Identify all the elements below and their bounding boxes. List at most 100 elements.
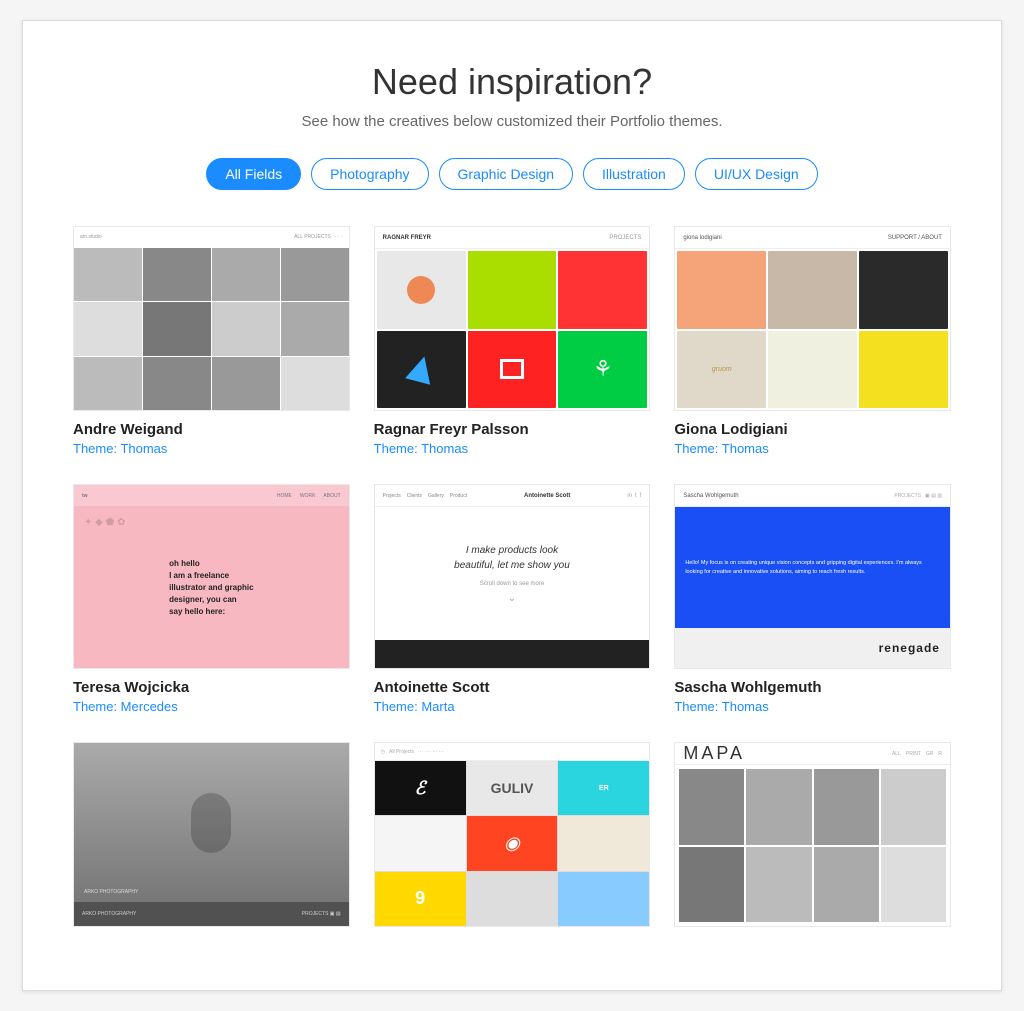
card-thumb-andre[interactable]: am.studio ALL PROJECTS · · · [73,226,350,411]
card-thumb-antoinette[interactable]: Projects Clients Gallery Product Antoine… [374,484,651,669]
card-teresa: tw HOME WORK ABOUT oh helloI am a freela… [73,484,350,714]
card-theme-andre: Theme: Thomas [73,441,350,456]
andre-img-8 [281,302,349,355]
ragnar-cell-3 [558,251,647,329]
sascha-renegade-text: renegade [879,641,940,655]
antoinette-footer [375,640,650,668]
page-title: Need inspiration? [73,61,951,103]
filter-ui-ux-design[interactable]: UI/UX Design [695,158,818,190]
card-thumb-row3c[interactable]: MAPA ALL PRINT GR R [674,742,951,927]
card-thumb-teresa[interactable]: tw HOME WORK ABOUT oh helloI am a freela… [73,484,350,669]
card-theme-antoinette: Theme: Marta [374,699,651,714]
ragnar-cell-5 [468,331,557,409]
card-thumb-sascha[interactable]: Sascha Wohlgemuth PROJECTS ▣ ▤ ▥ Hello! … [674,484,951,669]
sascha-topbar: Sascha Wohlgemuth PROJECTS ▣ ▤ ▥ [675,485,950,507]
teresa-logo: tw [82,493,88,499]
antoinette-nav: Projects Clients Gallery Product [383,493,467,499]
mapa-logo: MAPA [683,743,745,764]
mapa-cell-4 [881,769,946,845]
row3b-cell-2: GULIV [467,761,558,815]
andre-img-2 [143,248,211,301]
row3b-cell-9 [558,872,649,926]
mapa-topbar: MAPA ALL PRINT GR R [675,743,950,765]
filter-all-fields[interactable]: All Fields [206,158,301,190]
antoinette-body: I make products lookbeautiful, let me sh… [375,507,650,640]
row3a-bottom: ARKO PHOTOGRAPHY PROJECTS ▣ ▤ [74,902,349,926]
card-thumb-ragnar[interactable]: RAGNAR FREYR PROJECTS [374,226,651,411]
mapa-cell-5 [679,847,744,923]
antoinette-arrow-icon: ⌄ [508,593,516,604]
giona-cell-6 [859,331,948,409]
teresa-nav1: HOME [277,493,292,499]
mapa-grid [675,765,950,926]
andre-img-12 [281,357,349,410]
sascha-label: PROJECTS [894,493,921,499]
card-name-giona: Giona Lodigiani [674,421,951,438]
teresa-topbar: tw HOME WORK ABOUT [74,485,349,507]
card-row3c: MAPA ALL PRINT GR R [674,742,951,940]
filter-graphic-design[interactable]: Graphic Design [439,158,574,190]
card-row3a: ARKO PHOTOGRAPHY ARKO PHOTOGRAPHY PROJEC… [73,742,350,940]
giona-name: giona lodigiani [683,235,721,241]
filter-photography[interactable]: Photography [311,158,428,190]
teresa-body: oh helloI am a freelanceillustrator and … [74,507,349,668]
andre-img-1 [74,248,142,301]
giona-cell-1 [677,251,766,329]
page-wrapper: Need inspiration? See how the creatives … [22,20,1002,991]
row3a-person-image [74,743,349,902]
mapa-cell-7 [814,847,879,923]
sascha-name: Sascha Wohlgemuth [683,493,738,499]
card-sascha: Sascha Wohlgemuth PROJECTS ▣ ▤ ▥ Hello! … [674,484,951,714]
page-subtitle: See how the creatives below customized t… [73,113,951,130]
antoinette-topbar: Projects Clients Gallery Product Antoine… [375,485,650,507]
mapa-cell-2 [746,769,811,845]
giona-cell-3 [859,251,948,329]
page-header: Need inspiration? See how the creatives … [73,61,951,130]
ragnar-topbar: RAGNAR FREYR PROJECTS [375,227,650,249]
andre-img-3 [212,248,280,301]
andre-img-10 [143,357,211,410]
card-name-teresa: Teresa Wojcicka [73,679,350,696]
card-name-sascha: Sascha Wohlgemuth [674,679,951,696]
ragnar-cell-6 [558,331,647,409]
ragnar-label: PROJECTS [609,235,641,241]
teresa-nav3: ABOUT [323,493,340,499]
filter-illustration[interactable]: Illustration [583,158,685,190]
teresa-body-text: oh helloI am a freelanceillustrator and … [169,558,253,618]
ragnar-cell-1 [377,251,466,329]
antoinette-social-icons: in t f [627,493,641,499]
giona-label: SUPPORT / ABOUT [888,235,942,241]
card-name-andre: Andre Weigand [73,421,350,438]
card-andre: am.studio ALL PROJECTS · · · Andre Weiga… [73,226,350,456]
teresa-nav2: WORK [300,493,316,499]
ragnar-cell-4 [377,331,466,409]
card-theme-ragnar: Theme: Thomas [374,441,651,456]
filter-bar: All Fields Photography Graphic Design Il… [73,158,951,190]
card-name-ragnar: Ragnar Freyr Palsson [374,421,651,438]
mapa-cell-1 [679,769,744,845]
andre-img-7 [212,302,280,355]
antoinette-scroll: Scroll down to see more [480,581,544,587]
row3b-grid: ℰ GULIV ER ◉ 9 [375,761,650,926]
sascha-bottom-section: renegade [675,628,950,668]
card-giona: giona lodigiani SUPPORT / ABOUT Giona Lo… [674,226,951,456]
card-theme-teresa: Theme: Mercedes [73,699,350,714]
card-row3b: ◷ All Projects ··· ···· ··· ··· ℰ GULIV … [374,742,651,940]
card-ragnar: RAGNAR FREYR PROJECTS Ragnar Freyr Palss… [374,226,651,456]
giona-cell-5 [768,331,857,409]
andre-img-5 [74,302,142,355]
row3b-cell-6 [558,816,649,870]
giona-grid [675,249,950,410]
card-thumb-row3a[interactable]: ARKO PHOTOGRAPHY ARKO PHOTOGRAPHY PROJEC… [73,742,350,927]
cards-grid: am.studio ALL PROJECTS · · · Andre Weiga… [73,226,951,940]
row3b-cell-3: ER [558,761,649,815]
antoinette-headline: I make products lookbeautiful, let me sh… [454,543,570,573]
giona-cell-4 [677,331,766,409]
row3b-cell-4 [375,816,466,870]
card-thumb-row3b[interactable]: ◷ All Projects ··· ···· ··· ··· ℰ GULIV … [374,742,651,927]
row3b-cell-7: 9 [375,872,466,926]
card-thumb-giona[interactable]: giona lodigiani SUPPORT / ABOUT [674,226,951,411]
andre-img-6 [143,302,211,355]
ragnar-name: RAGNAR FREYR [383,235,431,241]
card-antoinette: Projects Clients Gallery Product Antoine… [374,484,651,714]
